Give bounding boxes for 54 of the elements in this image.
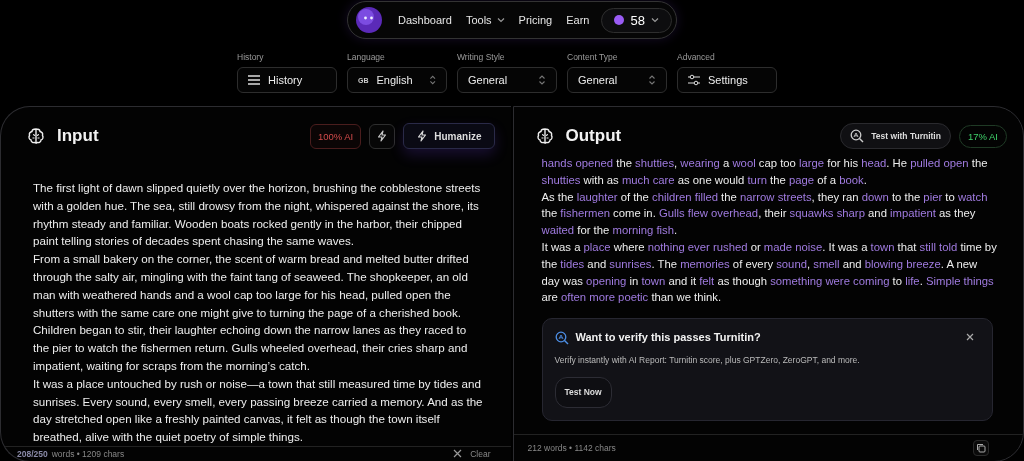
char-count: words • 1209 chars <box>51 448 125 459</box>
lightning-icon <box>416 130 429 142</box>
up-down-chevron-icon <box>648 74 656 86</box>
chevron-down-icon <box>650 17 659 23</box>
output-paragraph: As the laughter of the children filled the narrow streets, they ran down to the pier to watch the fishermen come in. Gulls flew overhead, their squawks sharp and impatient as they waited for the morning fish. <box>541 189 989 239</box>
output-paragraph: It was a place where nothing ever rushed or made noise. It was a town that still told time by the tides and sunrises. The memories of every sound, smell and blowing breeze. A new day was opening in town and it felt as though something were coming to life. Simple things are often more poetic than we think. <box>541 240 997 306</box>
menu-icon <box>248 75 260 85</box>
search-icon <box>850 129 865 143</box>
nav-link[interactable]: Earn <box>566 14 590 26</box>
input-paragraph: The first light of dawn slipped quietly over the horizon, brushing the cobblestone streets with a golden hue. The sea, still drowsy from the night, whispered against the shore, its rhythm steady and familiar. Wooden boats rocked gently in the harbor, their chipped paint telling stories of decades spent chasing the same waves. <box>33 180 482 250</box>
clear-button[interactable]: Clear <box>449 448 495 459</box>
word-count: 208/250 <box>17 448 48 459</box>
history-button[interactable]: History <box>237 67 337 93</box>
coin-icon <box>614 15 625 25</box>
field-label: Language <box>347 52 386 62</box>
turnitin-button[interactable]: Test with Turnitin <box>840 123 951 149</box>
ai-score-badge: 100% AI <box>309 123 362 149</box>
input-paragraph: It was a place untouched by rush or noise—a town that still measured time by tides and sunrises. Every sound, every smell, every passing breeze carried a memory. And as the day stretched open like a freshly painted canvas, it felt as though the town itself breathed, alive with the quiet poetry of simple things. <box>33 375 484 446</box>
close-button[interactable] <box>966 333 974 342</box>
notice-text: Verify instantly with AI Report: Turnitin score, plus GPTZero, ZeroGPT, and more. <box>554 353 861 367</box>
lightning-button[interactable] <box>369 123 396 149</box>
field-label: Content Type <box>567 52 619 62</box>
brain-icon <box>535 127 554 145</box>
copy-button[interactable] <box>973 440 989 456</box>
word-count: 212 words • 1142 chars <box>527 443 616 453</box>
nav-link[interactable]: Dashboard <box>398 14 452 26</box>
humanize-button[interactable]: Humanize <box>403 123 495 149</box>
input-paragraph: Children began to stir, their laughter echoing down the narrow lanes as they raced to the pier to watch the fishermen return. Gulls wheeled overhead, their cries sharp and impatient, waiting for scraps from the morning’s catch. <box>33 322 469 374</box>
dropdown[interactable]: General <box>457 67 557 93</box>
brain-icon <box>27 127 45 145</box>
output-paragraph: hands opened the shutties, wearing a wool cap too large for his head. He pulled open the shutties with as much care as one would turn the page of a book. <box>541 156 989 188</box>
nav-link[interactable]: Tools <box>465 14 505 26</box>
field-label: History <box>237 52 265 62</box>
notice-title: Want to verify this passes Turnitin? <box>575 330 761 346</box>
logo-icon <box>354 5 385 35</box>
input-paragraph: From a small bakery on the corner, the scent of warm bread and melted butter drifted through the salty air, mingling with the faint tang of seaweed. The shopkeeper, an old man with weathered hands and a wool cap too large for his head, pulled open the shutters with the same care one might give to turning the page of a cherished book. <box>33 251 470 321</box>
search-icon <box>554 330 569 345</box>
up-down-chevron-icon <box>428 74 436 86</box>
field-label: Advanced <box>677 52 716 62</box>
close-icon <box>453 449 463 459</box>
close-icon <box>966 333 974 342</box>
field-label: Writing Style <box>457 52 506 62</box>
lightning-icon <box>376 130 389 142</box>
panel-title: Output <box>565 126 622 146</box>
test-now-button[interactable]: Test Now <box>554 376 612 408</box>
up-down-chevron-icon <box>538 74 546 86</box>
credits-button[interactable]: 58 <box>601 7 672 33</box>
sliders-icon <box>688 74 700 86</box>
settings-button[interactable]: Settings <box>677 67 777 93</box>
chevron-down-icon <box>496 17 505 23</box>
panel-title: Input <box>57 126 99 146</box>
nav-link[interactable]: Pricing <box>518 14 553 26</box>
copy-icon <box>976 443 986 453</box>
dropdown[interactable]: General <box>567 67 667 93</box>
